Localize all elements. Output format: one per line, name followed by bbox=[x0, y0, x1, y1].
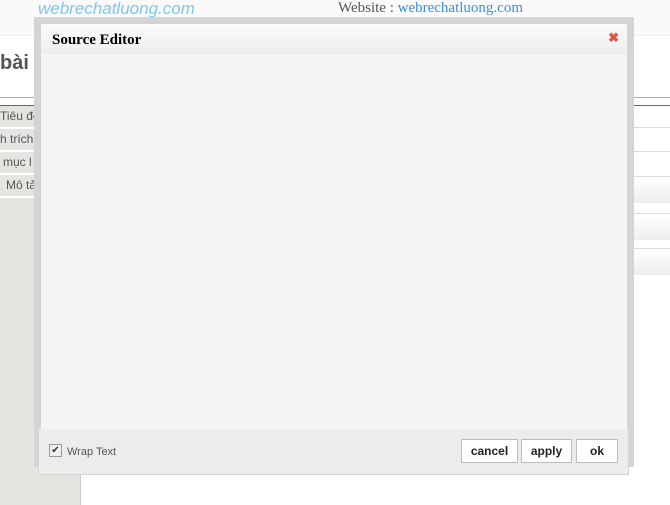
website-label: Website : bbox=[338, 0, 398, 16]
website-info: Website : webrechatluong.com bbox=[338, 0, 523, 16]
wrap-text-label[interactable]: Wrap Text bbox=[67, 446, 116, 458]
form-field[interactable] bbox=[634, 213, 670, 240]
divider bbox=[630, 151, 670, 152]
source-editor-dialog: Source Editor ✖ bbox=[41, 24, 631, 433]
source-textarea[interactable] bbox=[41, 54, 631, 433]
wrap-text-checkbox[interactable]: ✔ bbox=[49, 444, 62, 457]
website-link[interactable]: webrechatluong.com bbox=[398, 0, 523, 16]
dialog-title: Source Editor bbox=[52, 32, 142, 48]
close-icon[interactable]: ✖ bbox=[608, 30, 619, 46]
dialog-header[interactable]: Source Editor ✖ bbox=[41, 24, 627, 54]
apply-button[interactable]: apply bbox=[521, 439, 572, 463]
cancel-button[interactable]: cancel bbox=[461, 439, 518, 463]
form-field[interactable] bbox=[634, 248, 670, 275]
ok-button[interactable]: ok bbox=[576, 439, 618, 463]
form-field[interactable] bbox=[634, 176, 670, 203]
dialog-footer: ✔ Wrap Text cancel apply ok bbox=[38, 429, 629, 475]
divider bbox=[630, 127, 670, 128]
